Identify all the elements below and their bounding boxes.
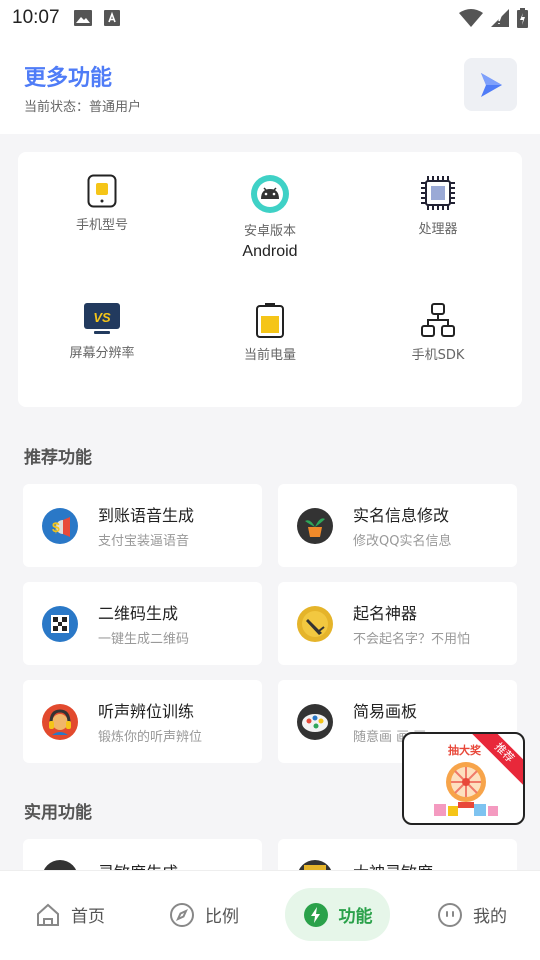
hierarchy-icon xyxy=(421,303,455,337)
promo-title: 抽大奖 xyxy=(448,744,481,757)
palette-icon xyxy=(297,703,333,740)
feature-subtitle: 不会起名字？不用怕 xyxy=(353,632,471,647)
feature-title: 简易画板 xyxy=(353,702,418,721)
svg-text:VS: VS xyxy=(93,310,111,325)
feature-subtitle: 一键生成二维码 xyxy=(98,632,190,647)
info-value: Android xyxy=(242,243,298,260)
info-label: 安卓版本 xyxy=(243,224,296,239)
bottom-nav: 首页 比例 功能 我的 xyxy=(0,870,540,960)
nav-mine[interactable]: 我的 xyxy=(420,888,524,941)
headphones-icon xyxy=(42,703,78,740)
home-icon xyxy=(37,903,59,926)
status-time: 10:07 xyxy=(12,7,60,28)
info-label: 手机SDK xyxy=(411,348,465,363)
feature-subtitle: 锻炼你的听声辨位 xyxy=(98,730,203,745)
nav-home[interactable]: 首页 xyxy=(18,888,122,941)
face-icon xyxy=(438,902,462,927)
feature-card-qrcode[interactable]: 二维码生成 一键生成二维码 xyxy=(23,582,262,665)
feature-card-payment-voice[interactable]: $ 到账语音生成 支付宝装逼语音 xyxy=(23,484,262,567)
header: 更多功能 当前状态： 普通用户 xyxy=(0,36,540,134)
android-icon xyxy=(251,175,289,213)
info-item-sdk[interactable]: 手机SDK xyxy=(354,302,522,363)
info-label: 处理器 xyxy=(418,222,458,237)
battery-status-icon xyxy=(517,8,528,28)
feature-card-name-generator[interactable]: 起名神器 不会起名字？不用怕 xyxy=(278,582,517,665)
font-app-icon xyxy=(103,10,120,26)
pen-icon xyxy=(297,605,333,642)
battery-icon xyxy=(256,303,284,338)
nav-label: 比例 xyxy=(205,907,239,927)
feature-title: 实名信息修改 xyxy=(353,506,450,525)
status-value: 普通用户 xyxy=(89,100,142,115)
play-icon xyxy=(480,72,502,97)
section-title-recommended: 推荐功能 xyxy=(24,448,92,468)
info-item-processor[interactable]: 处理器 xyxy=(354,174,522,237)
prize-wheel-icon xyxy=(434,762,498,816)
info-item-android-version[interactable]: 安卓版本 Android xyxy=(186,174,354,261)
plant-pot-icon xyxy=(297,507,333,544)
feature-title: 起名神器 xyxy=(353,604,418,623)
bolt-icon xyxy=(303,902,328,927)
feature-subtitle: 支付宝装逼语音 xyxy=(98,534,190,549)
section-title-utility: 实用功能 xyxy=(24,803,92,823)
info-label: 屏幕分辨率 xyxy=(69,346,135,361)
nav-features[interactable]: 功能 xyxy=(285,888,390,941)
compass-icon xyxy=(170,902,194,927)
feature-title: 到账语音生成 xyxy=(98,506,195,525)
phone-icon xyxy=(87,174,117,208)
qrcode-icon xyxy=(42,605,78,642)
info-label: 当前电量 xyxy=(243,348,296,363)
feature-card-realname-edit[interactable]: 实名信息修改 修改QQ实名信息 xyxy=(278,484,517,567)
monitor-icon: VS xyxy=(84,303,120,334)
svg-text:$: $ xyxy=(52,519,60,535)
feature-title: 听声辨位训练 xyxy=(98,702,195,721)
play-button[interactable] xyxy=(464,58,517,111)
info-item-screen-resolution[interactable]: VS 屏幕分辨率 xyxy=(18,302,186,361)
gallery-icon xyxy=(73,10,92,26)
user-status: 当前状态： 普通用户 xyxy=(24,96,141,115)
status-bar: 10:07 xyxy=(0,0,540,36)
device-info-card: 手机型号 安卓版本 Android 处理器 VS 屏幕分辨率 当前电量 手机SD… xyxy=(18,152,522,407)
status-label: 当前状态： xyxy=(24,100,90,115)
feature-card-sound-training[interactable]: 听声辨位训练 锻炼你的听声辨位 xyxy=(23,680,262,763)
info-item-phone-model[interactable]: 手机型号 xyxy=(18,174,186,233)
lottery-promo[interactable]: 抽大奖 推荐 xyxy=(402,732,525,825)
nav-label: 首页 xyxy=(71,907,105,927)
nav-ratio[interactable]: 比例 xyxy=(152,888,256,941)
cpu-icon xyxy=(421,176,455,210)
info-item-battery[interactable]: 当前电量 xyxy=(186,302,354,363)
page-title: 更多功能 xyxy=(24,66,113,91)
signal-icon xyxy=(491,9,509,27)
info-label: 手机型号 xyxy=(75,218,128,233)
money-speaker-icon: $ xyxy=(42,507,78,544)
nav-label: 功能 xyxy=(338,907,373,927)
wifi-icon xyxy=(459,9,483,27)
nav-label: 我的 xyxy=(473,907,507,927)
feature-subtitle: 修改QQ实名信息 xyxy=(353,534,452,549)
feature-title: 二维码生成 xyxy=(98,604,179,623)
